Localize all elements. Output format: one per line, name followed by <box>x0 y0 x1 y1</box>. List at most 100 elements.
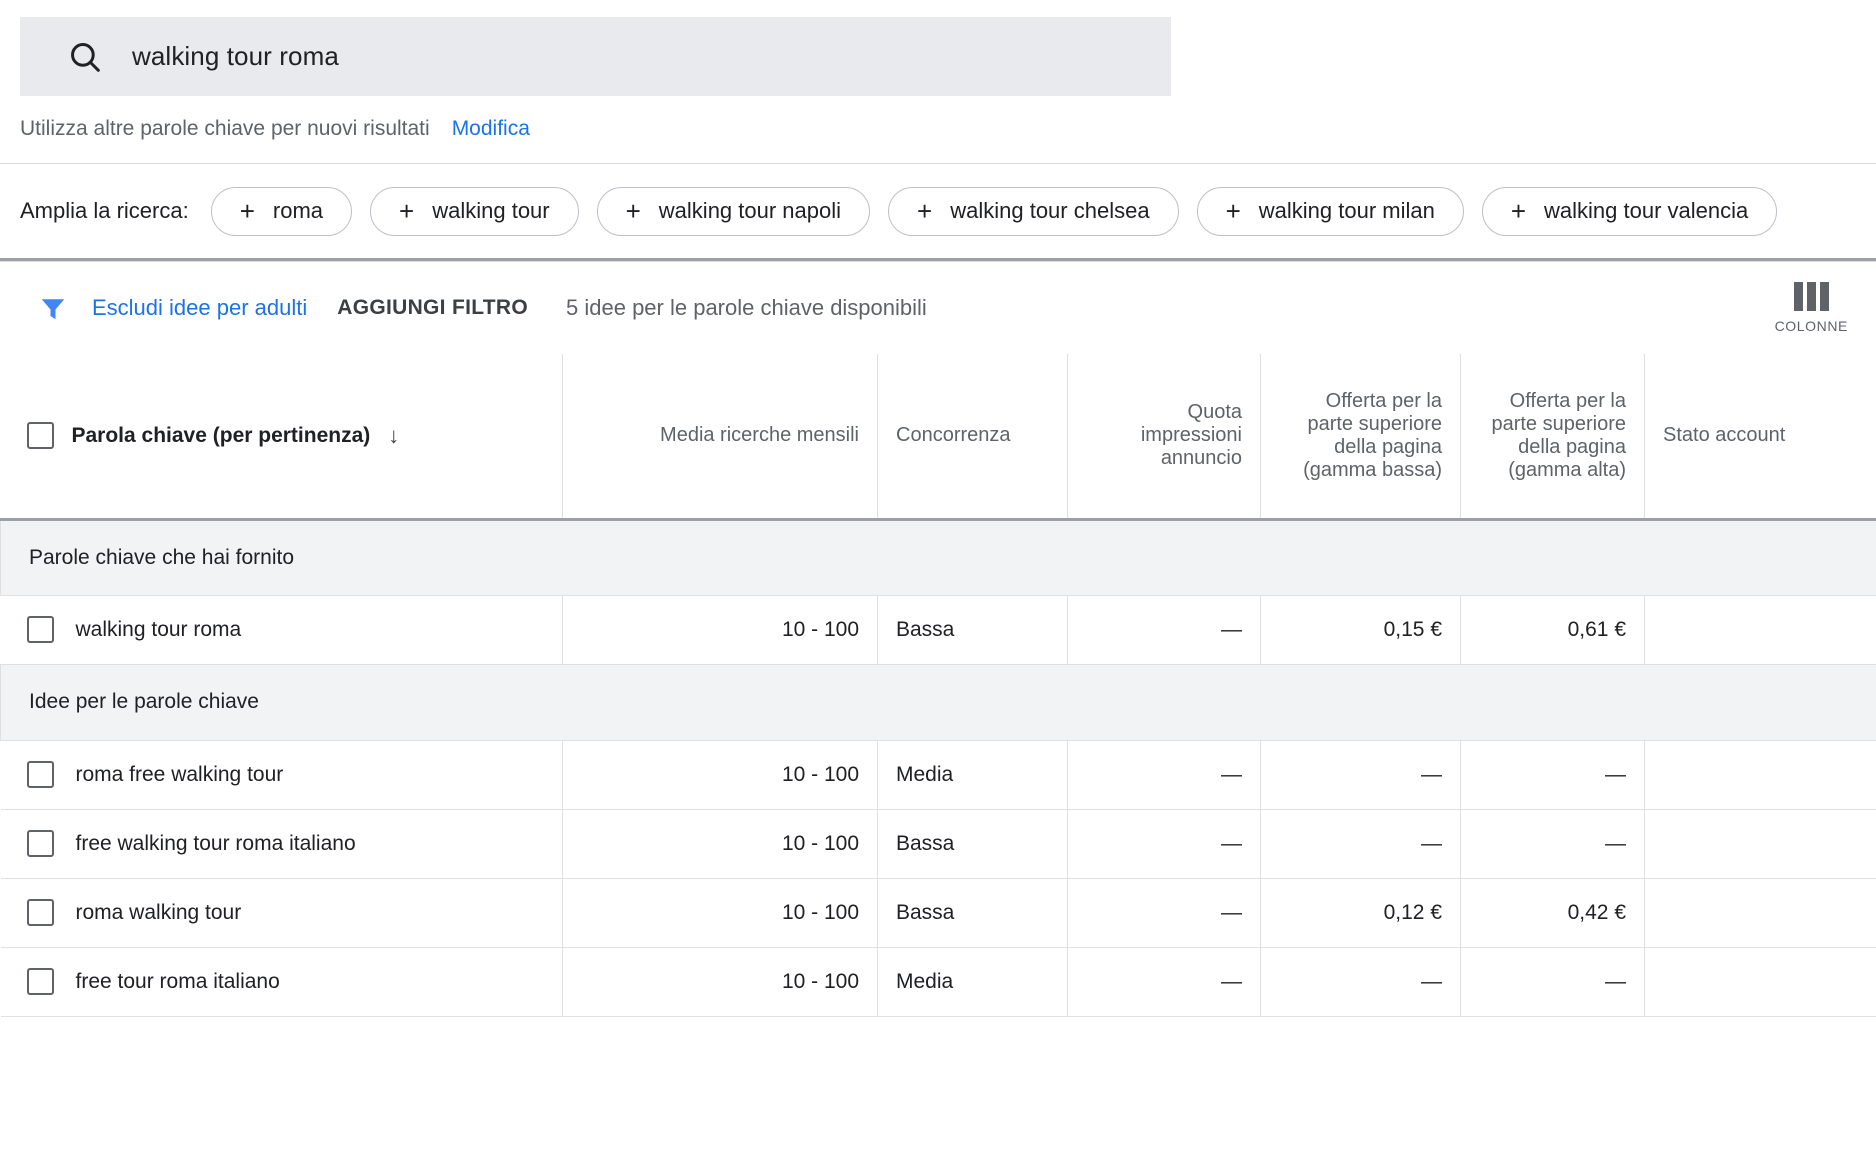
cell-bid-high: — <box>1460 740 1645 810</box>
cell-competition: Bassa <box>877 809 1068 879</box>
row-checkbox[interactable] <box>26 899 54 926</box>
cell-competition: Media <box>877 740 1068 810</box>
cell-ad-impression-share: — <box>1067 947 1261 1017</box>
cell-bid-high: — <box>1460 947 1645 1017</box>
cell-bid-low: 0,15 € <box>1260 595 1461 665</box>
column-header-competition[interactable]: Concorrenza <box>877 354 1068 521</box>
chip-label: walking tour napoli <box>658 198 842 223</box>
row-checkbox[interactable] <box>26 830 54 857</box>
add-filter-button[interactable]: AGGIUNGI FILTRO <box>337 296 528 320</box>
cell-bid-low: 0,12 € <box>1260 878 1461 948</box>
plus-icon: + <box>625 196 641 226</box>
cell-bid-high: 0,42 € <box>1460 878 1645 948</box>
keyword-text: roma walking tour <box>75 900 242 924</box>
available-ideas-count: 5 idee per le parole chiave disponibili <box>566 295 927 320</box>
plus-icon: + <box>399 196 415 226</box>
expand-chip-walking-tour-napoli[interactable]: + walking tour napoli <box>596 186 871 236</box>
plus-icon: + <box>917 196 933 226</box>
sort-descending-icon[interactable]: ↓ <box>388 423 399 449</box>
expand-chip-walking-tour[interactable]: + walking tour <box>370 186 579 236</box>
cell-account-status <box>1644 595 1876 665</box>
expand-search-row: Amplia la ricerca: + roma + walking tour… <box>0 164 1876 258</box>
cell-bid-low: — <box>1260 809 1461 879</box>
expand-search-label: Amplia la ricerca: <box>20 198 189 223</box>
group-header-label: Parole chiave che hai fornito <box>0 519 1876 596</box>
search-input-value: walking tour roma <box>132 41 339 71</box>
table-row[interactable]: roma free walking tour 10 - 100 Media — … <box>0 740 1876 810</box>
row-checkbox[interactable] <box>26 616 54 643</box>
chip-label: walking tour chelsea <box>950 198 1150 223</box>
table-header: Parola chiave (per pertinenza) ↓ Media r… <box>0 354 1876 521</box>
column-header-keyword[interactable]: Parola chiave (per pertinenza) ↓ <box>0 354 563 521</box>
search-input[interactable]: walking tour roma <box>20 17 1171 96</box>
cell-competition: Bassa <box>877 595 1068 665</box>
keyword-text: free walking tour roma italiano <box>75 831 356 855</box>
table-row[interactable]: free tour roma italiano 10 - 100 Media —… <box>0 947 1876 1017</box>
cell-avg-monthly-searches: 10 - 100 <box>562 740 878 810</box>
edit-link[interactable]: Modifica <box>452 117 530 141</box>
chip-label: walking tour <box>432 198 550 223</box>
filter-bar: Escludi idee per adulti AGGIUNGI FILTRO … <box>0 262 1876 354</box>
columns-button[interactable]: COLONNE <box>1775 282 1848 334</box>
cell-keyword: free walking tour roma italiano <box>0 809 563 879</box>
columns-button-label: COLONNE <box>1774 318 1848 334</box>
cell-account-status <box>1644 878 1876 948</box>
select-all-checkbox[interactable] <box>26 422 54 450</box>
search-hint-text: Utilizza altre parole chiave per nuovi r… <box>20 117 430 140</box>
cell-keyword: roma free walking tour <box>0 740 563 810</box>
filter-funnel-icon <box>38 293 68 323</box>
exclude-adult-ideas-link[interactable]: Escludi idee per adulti <box>92 295 307 321</box>
table-header-row: Parola chiave (per pertinenza) ↓ Media r… <box>0 354 1876 521</box>
row-checkbox[interactable] <box>26 761 54 788</box>
search-area: walking tour roma Utilizza altre parole … <box>0 0 1876 141</box>
cell-bid-high: 0,61 € <box>1460 595 1645 665</box>
cell-bid-low: — <box>1260 947 1461 1017</box>
keyword-text: free tour roma italiano <box>75 969 280 993</box>
keyword-text: roma free walking tour <box>75 762 284 786</box>
group-header-row: Parole chiave che hai fornito <box>0 519 1876 596</box>
column-header-top-of-page-bid-low[interactable]: Offerta per la parte superiore della pag… <box>1260 354 1461 521</box>
cell-account-status <box>1644 947 1876 1017</box>
column-header-ad-impression-share[interactable]: Quota impressioni annuncio <box>1067 354 1261 521</box>
column-header-account-status[interactable]: Stato account <box>1644 354 1876 521</box>
search-hint-row: Utilizza altre parole chiave per nuovi r… <box>20 117 1876 141</box>
expand-chip-walking-tour-milan[interactable]: + walking tour milan <box>1196 186 1464 236</box>
table-body: Parole chiave che hai fornito walking to… <box>0 519 1876 1017</box>
keyword-ideas-table: Parola chiave (per pertinenza) ↓ Media r… <box>0 354 1876 1017</box>
cell-avg-monthly-searches: 10 - 100 <box>562 595 878 665</box>
cell-ad-impression-share: — <box>1067 595 1261 665</box>
chip-label: walking tour valencia <box>1544 198 1749 223</box>
cell-bid-low: — <box>1260 740 1461 810</box>
table-row[interactable]: free walking tour roma italiano 10 - 100… <box>0 809 1876 879</box>
cell-account-status <box>1644 809 1876 879</box>
column-header-avg-monthly-searches[interactable]: Media ricerche mensili <box>562 354 878 521</box>
cell-avg-monthly-searches: 10 - 100 <box>562 947 878 1017</box>
cell-keyword: roma walking tour <box>0 878 563 948</box>
keyword-text: walking tour roma <box>75 617 242 641</box>
columns-icon <box>1793 282 1829 311</box>
cell-keyword: free tour roma italiano <box>0 947 563 1017</box>
column-header-keyword-label: Parola chiave (per pertinenza) <box>71 423 371 447</box>
expand-chip-walking-tour-valencia[interactable]: + walking tour valencia <box>1481 186 1778 236</box>
row-checkbox[interactable] <box>26 968 54 995</box>
cell-ad-impression-share: — <box>1067 809 1261 879</box>
chip-label: roma <box>272 198 324 223</box>
column-header-top-of-page-bid-high[interactable]: Offerta per la parte superiore della pag… <box>1460 354 1645 521</box>
plus-icon: + <box>1510 196 1527 226</box>
table-row[interactable]: walking tour roma 10 - 100 Bassa — 0,15 … <box>0 595 1876 665</box>
cell-competition: Bassa <box>877 878 1068 948</box>
cell-account-status <box>1644 740 1876 810</box>
search-icon <box>68 40 102 74</box>
table-row[interactable]: roma walking tour 10 - 100 Bassa — 0,12 … <box>0 878 1876 948</box>
plus-icon: + <box>1225 196 1241 226</box>
expand-chip-list: + roma + walking tour + walking tour nap… <box>210 186 1778 236</box>
chip-label: walking tour milan <box>1258 198 1435 223</box>
cell-avg-monthly-searches: 10 - 100 <box>562 809 878 879</box>
cell-ad-impression-share: — <box>1067 740 1261 810</box>
cell-keyword: walking tour roma <box>0 595 563 665</box>
cell-avg-monthly-searches: 10 - 100 <box>562 878 878 948</box>
expand-chip-walking-tour-chelsea[interactable]: + walking tour chelsea <box>888 186 1179 236</box>
cell-bid-high: — <box>1460 809 1645 879</box>
expand-chip-roma[interactable]: + roma <box>210 186 353 236</box>
group-header-label: Idee per le parole chiave <box>0 664 1876 741</box>
